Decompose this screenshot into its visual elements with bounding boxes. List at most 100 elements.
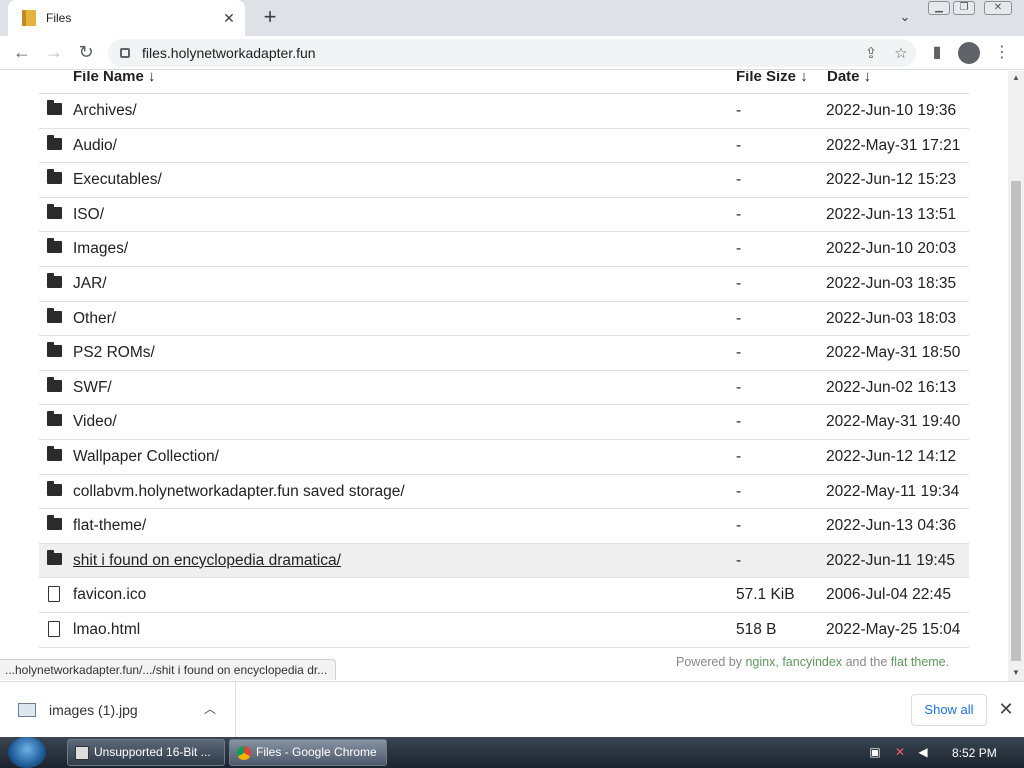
minimize-button[interactable]: ▁	[928, 1, 950, 15]
bookmark-star-icon[interactable]: ☆	[886, 44, 916, 62]
show-all-button[interactable]: Show all	[911, 694, 987, 726]
entry-name-link[interactable]: Images/	[73, 240, 128, 258]
menu-kebab-icon[interactable]: ⋮	[991, 42, 1013, 64]
entry-name-link[interactable]: ISO/	[73, 206, 104, 224]
entry-name-link[interactable]: SWF/	[73, 379, 112, 397]
tab-files[interactable]: Files ✕	[8, 0, 245, 36]
back-arrow-icon[interactable]: ←	[10, 40, 34, 64]
scroll-up-arrow-icon[interactable]: ▲	[1008, 71, 1024, 85]
lock-icon[interactable]	[120, 48, 130, 58]
entry-size: -	[736, 275, 742, 292]
fancyindex-link[interactable]: fancyindex	[782, 655, 842, 669]
entry-date: 2022-Jun-11 19:45	[826, 551, 955, 569]
forward-arrow-icon[interactable]: →	[42, 40, 66, 64]
tab-search-chevron-icon[interactable]: ⌄	[894, 6, 916, 28]
close-shelf-icon[interactable]: ✕	[996, 698, 1016, 720]
entry-date: 2022-May-25 15:04	[826, 621, 961, 638]
tab-close-icon[interactable]: ✕	[219, 10, 239, 27]
folder-icon	[47, 515, 62, 531]
address-bar[interactable]: files.holynetworkadapter.fun ⇪ ☆	[108, 39, 916, 67]
footer-suffix: .	[945, 655, 950, 669]
nginx-link[interactable]: nginx	[745, 655, 775, 669]
clock[interactable]: 8:52 PM	[952, 746, 997, 760]
entry-name-link[interactable]: Audio/	[73, 137, 117, 155]
download-file-name[interactable]: images (1).jpg	[49, 702, 138, 718]
entry-name-link[interactable]: Wallpaper Collection/	[73, 448, 219, 466]
folder-icon	[47, 549, 62, 565]
entry-date: 2022-Jun-10 20:03	[826, 240, 957, 258]
folder-row[interactable]: Wallpaper Collection/ - 2022-Jun-12 14:12	[39, 440, 969, 475]
entry-name-link[interactable]: JAR/	[73, 275, 107, 293]
folder-row[interactable]: PS2 ROMs/ - 2022-May-31 18:50	[39, 336, 969, 371]
entry-name-link[interactable]: collabvm.holynetworkadapter.fun saved st…	[73, 483, 405, 501]
entry-date: 2022-May-11 19:34	[826, 482, 960, 500]
folder-row[interactable]: JAR/ - 2022-Jun-03 18:35	[39, 267, 969, 302]
entry-size: -	[736, 517, 742, 535]
folder-row[interactable]: Video/ - 2022-May-31 19:40	[39, 405, 969, 440]
entry-name-link[interactable]: Video/	[73, 413, 117, 431]
folder-row[interactable]: Executables/ - 2022-Jun-12 15:23	[39, 163, 969, 198]
download-item[interactable]: images (1).jpg ︿	[0, 682, 236, 738]
entry-name-link[interactable]: Other/	[73, 310, 116, 328]
close-window-button[interactable]: ✕	[984, 1, 1012, 15]
entry-size: 518 B	[736, 621, 777, 638]
reload-icon[interactable]: ↻	[74, 40, 98, 64]
action-center-icon[interactable]: ▣	[868, 745, 882, 759]
entry-name-link[interactable]: shit i found on encyclopedia dramatica/	[73, 552, 341, 570]
header-file-name[interactable]: File Name ↓	[73, 71, 156, 85]
file-row[interactable]: lmao.html 518 B 2022-May-25 15:04	[39, 613, 969, 648]
profile-avatar-icon[interactable]	[958, 42, 980, 64]
new-tab-button[interactable]: +	[258, 4, 282, 30]
footer-mid: and the	[842, 655, 891, 669]
folder-row[interactable]: SWF/ - 2022-Jun-02 16:13	[39, 371, 969, 406]
entry-name-link[interactable]: Archives/	[73, 102, 137, 120]
folder-row[interactable]: shit i found on encyclopedia dramatica/ -…	[39, 543, 969, 579]
entry-size: -	[736, 240, 742, 258]
network-disconnected-icon[interactable]: ✕	[893, 745, 907, 759]
folder-row[interactable]: flat-theme/ - 2022-Jun-13 04:36	[39, 509, 969, 544]
url-text[interactable]: files.holynetworkadapter.fun	[142, 45, 856, 61]
header-date[interactable]: Date ↓	[827, 71, 871, 85]
entry-name-link[interactable]: PS2 ROMs/	[73, 344, 155, 362]
entry-name-link[interactable]: flat-theme/	[73, 517, 146, 535]
task-label: Files - Google Chrome	[256, 745, 377, 759]
folder-icon	[47, 100, 62, 115]
file-row[interactable]: favicon.ico 57.1 KiB 2006-Jul-04 22:45	[39, 578, 969, 613]
download-shelf: images (1).jpg ︿ Show all ✕	[0, 681, 1024, 738]
page-scrollbar[interactable]: ▲ ▼	[1008, 71, 1024, 681]
tab-strip: Files ✕ + ⌄ ▁ ❐ ✕	[0, 0, 1024, 36]
entry-name-link[interactable]: Executables/	[73, 171, 162, 189]
folder-icon	[47, 134, 62, 150]
folder-row[interactable]: Archives/ - 2022-Jun-10 19:36	[39, 94, 969, 129]
entry-name-link[interactable]: favicon.ico	[73, 586, 146, 604]
folder-icon	[47, 411, 62, 427]
entry-size: -	[736, 136, 742, 154]
task-unsupported-16bit[interactable]: Unsupported 16-Bit ...	[67, 739, 225, 766]
folder-row[interactable]: Images/ - 2022-Jun-10 20:03	[39, 232, 969, 267]
header-file-size[interactable]: File Size ↓	[736, 71, 808, 85]
task-chrome[interactable]: Files - Google Chrome	[229, 739, 387, 766]
folder-row[interactable]: Other/ - 2022-Jun-03 18:03	[39, 302, 969, 337]
start-button[interactable]	[8, 737, 46, 768]
file-icon	[48, 621, 60, 637]
folder-row[interactable]: ISO/ - 2022-Jun-13 13:51	[39, 198, 969, 233]
status-bubble: ...holynetworkadapter.fun/.../shit i fou…	[0, 659, 337, 680]
folder-icon	[47, 446, 62, 461]
file-icon	[48, 586, 60, 603]
scroll-thumb[interactable]	[1011, 181, 1021, 661]
side-panel-icon[interactable]: ▮	[926, 42, 948, 64]
folder-row[interactable]: Audio/ - 2022-May-31 17:21	[39, 129, 969, 164]
scroll-down-arrow-icon[interactable]: ▼	[1008, 666, 1024, 680]
volume-icon[interactable]: ◀	[916, 745, 930, 759]
entry-size: -	[736, 413, 742, 431]
folder-icon	[47, 342, 62, 358]
share-icon[interactable]: ⇪	[856, 44, 886, 62]
chevron-up-icon[interactable]: ︿	[204, 700, 216, 717]
entry-name-link[interactable]: lmao.html	[73, 621, 140, 639]
folder-row[interactable]: collabvm.holynetworkadapter.fun saved st…	[39, 475, 969, 510]
restore-button[interactable]: ❐	[953, 1, 975, 15]
entry-size: -	[736, 344, 742, 362]
flat-theme-link[interactable]: flat theme	[891, 655, 946, 669]
entry-date: 2022-Jun-13 04:36	[826, 517, 957, 535]
folder-icon	[47, 169, 62, 185]
